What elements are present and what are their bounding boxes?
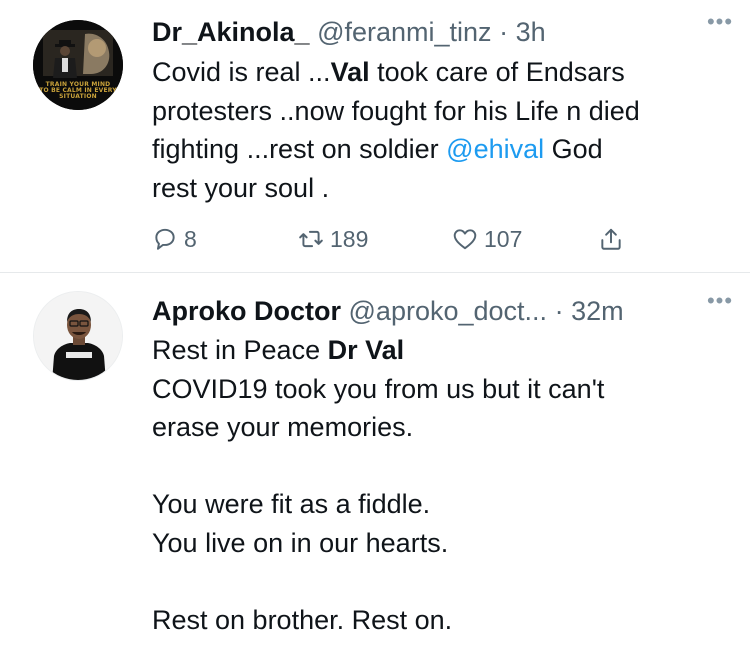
tweet-header: Dr_Akinola_ @feranmi_tinz · 3h: [152, 12, 730, 52]
retweet-icon: [299, 230, 323, 248]
text-line: protesters ..now fought for his Life n d…: [152, 95, 640, 126]
text-segment: God: [544, 134, 603, 164]
author-name[interactable]: Aproko Doctor: [152, 296, 341, 326]
reply-button[interactable]: 8: [152, 222, 197, 256]
more-horizontal-icon[interactable]: •••: [700, 290, 740, 315]
share-icon: [601, 228, 621, 250]
author-name[interactable]: Dr_Akinola_: [152, 17, 310, 47]
text-line: erase your memories.: [152, 412, 414, 442]
text-bold: Val: [330, 57, 370, 87]
separator-dot: ·: [499, 17, 509, 47]
text-segment: took care of Endsars: [369, 57, 625, 87]
heart-icon: [453, 229, 477, 250]
tweet-item[interactable]: Aproko Doctor @aproko_doct... · 32m ••• …: [0, 273, 750, 649]
avatar[interactable]: TRAIN YOUR MIND TO BE CALM IN EVERY SITU…: [33, 20, 123, 110]
tweet-item[interactable]: TRAIN YOUR MIND TO BE CALM IN EVERY SITU…: [0, 0, 750, 273]
author-handle[interactable]: @aproko_doct...: [349, 296, 548, 326]
text-segment: fighting ...rest on soldier: [152, 134, 447, 164]
text-line: COVID19 took you from us but it can't: [152, 373, 605, 404]
text-line: rest your soul .: [152, 172, 330, 203]
text-line: You live on in our hearts.: [152, 527, 449, 558]
avatar-image: [34, 292, 122, 380]
share-button[interactable]: [598, 222, 630, 256]
mention-link[interactable]: @ehival: [446, 134, 544, 164]
tweet-text: Rest in Peace Dr Val COVID19 took you fr…: [152, 331, 730, 639]
like-count: 107: [484, 225, 523, 252]
author-handle[interactable]: @feranmi_tinz: [317, 17, 491, 47]
reply-count: 8: [184, 225, 197, 252]
text-line: You were fit as a fiddle.: [152, 489, 431, 519]
tweet-text: Covid is real ...Val took care of Endsar…: [152, 53, 730, 207]
retweet-button[interactable]: 189: [298, 222, 368, 256]
text-line: Rest on brother. Rest on.: [152, 604, 453, 635]
text-bold: Dr Val: [327, 335, 405, 365]
text-segment: Covid is real ...: [152, 57, 331, 87]
tweet-header: Aproko Doctor @aproko_doct... · 32m: [152, 291, 730, 331]
avatar-caption: TRAIN YOUR MIND TO BE CALM IN EVERY SITU…: [39, 81, 117, 100]
tweet-time[interactable]: 32m: [571, 296, 624, 326]
separator-dot: ·: [554, 296, 564, 326]
like-button[interactable]: 107: [452, 222, 522, 256]
tweet-actions: 8 189 107: [152, 222, 672, 256]
text-segment: Rest in Peace: [152, 335, 328, 365]
reply-bubble-icon: [155, 228, 175, 250]
more-horizontal-icon[interactable]: •••: [700, 11, 740, 36]
avatar[interactable]: [33, 291, 123, 381]
retweet-count: 189: [330, 225, 369, 252]
tweet-time[interactable]: 3h: [516, 17, 546, 47]
